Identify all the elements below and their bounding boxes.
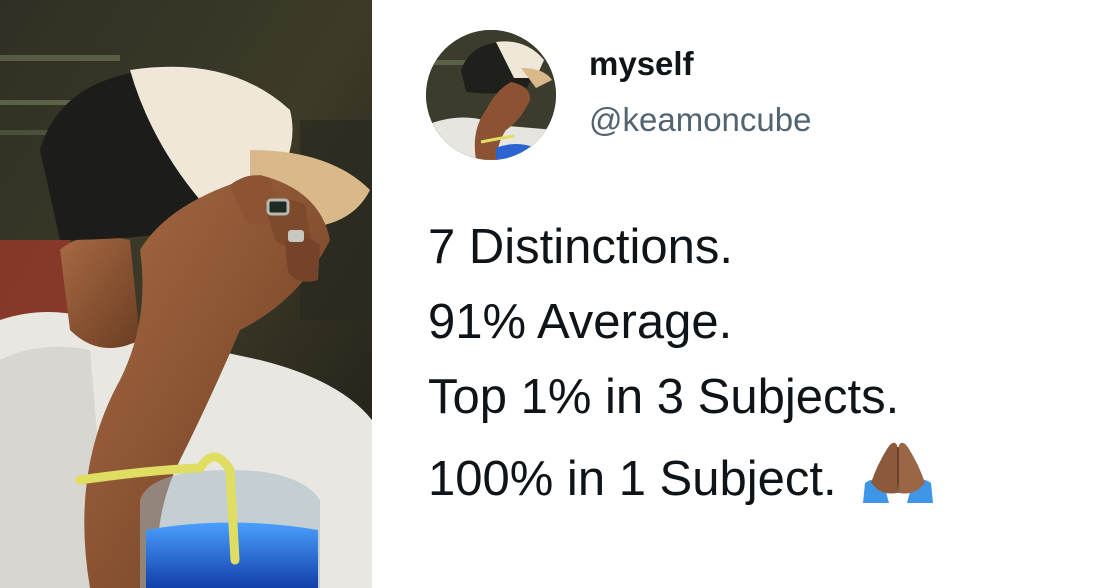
selfie-photo-illustration <box>0 0 372 588</box>
selfie-photo <box>0 0 372 588</box>
profile-avatar-icon <box>426 30 556 160</box>
tweet-line-with-emoji: 100% in 1 Subject. <box>428 435 1108 517</box>
tweet-line: Top 1% in 3 Subjects. <box>428 370 900 424</box>
folded-hands-icon <box>859 435 937 503</box>
tweet-screenshot-card: myself @keamoncube 7 Distinctions. 91% A… <box>0 0 1120 588</box>
display-name[interactable]: myself <box>589 45 694 83</box>
tweet-line: 100% in 1 Subject. <box>428 452 837 506</box>
tweet-card: myself @keamoncube 7 Distinctions. 91% A… <box>372 0 1120 588</box>
tweet-line: 7 Distinctions. <box>428 220 734 274</box>
tweet-text: 7 Distinctions. 91% Average. Top 1% in 3… <box>428 210 1108 517</box>
tweet-line: 91% Average. <box>428 295 733 349</box>
user-handle[interactable]: @keamoncube <box>589 101 811 139</box>
avatar[interactable] <box>426 30 556 160</box>
